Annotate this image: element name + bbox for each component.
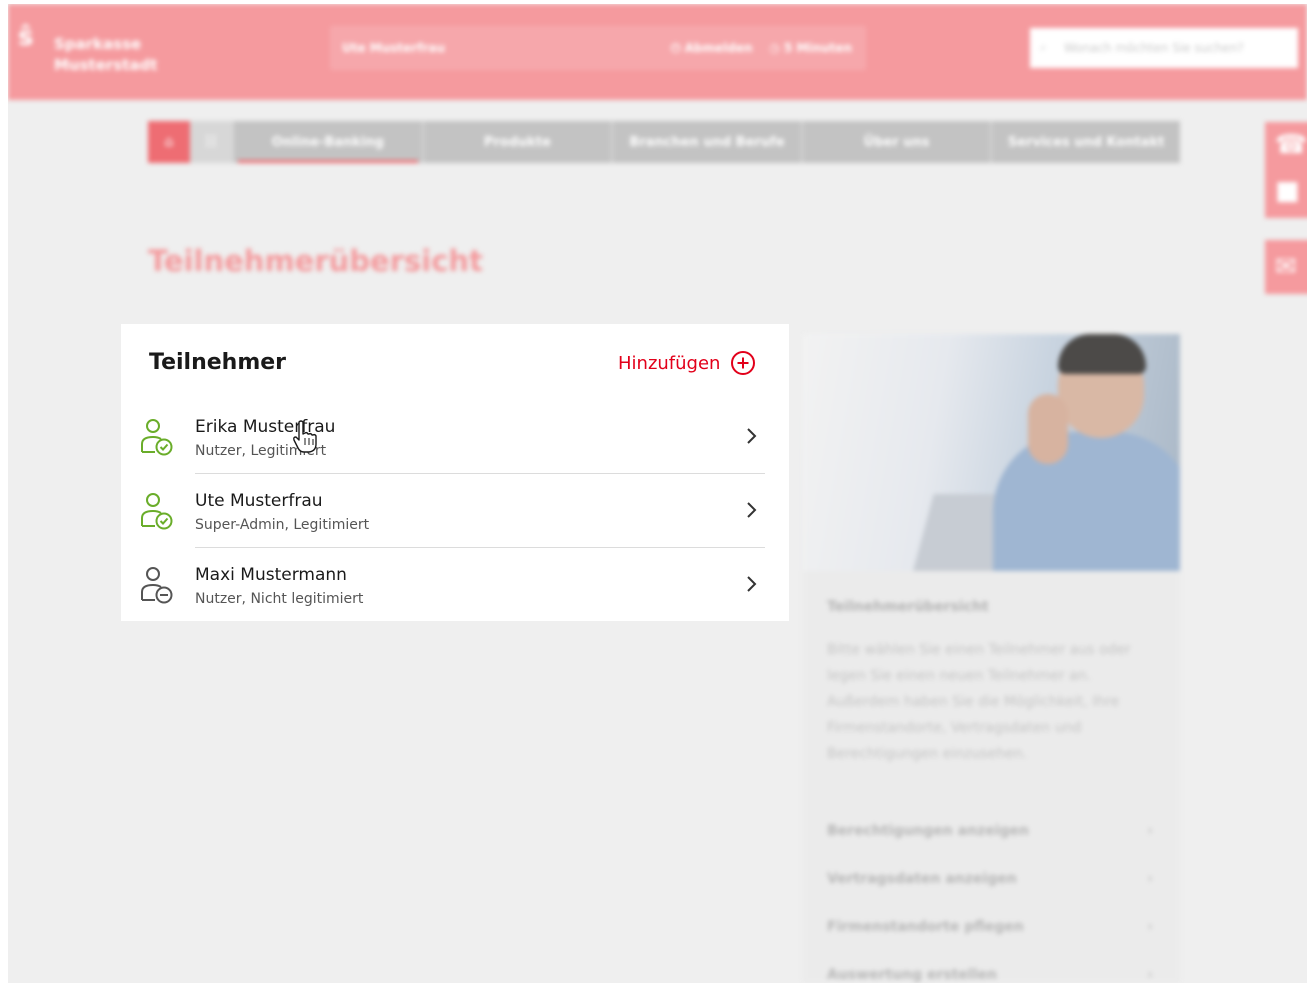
- sparkasse-logo-icon[interactable]: ŝ: [18, 22, 46, 52]
- chevron-right-icon: [747, 428, 757, 444]
- participant-row-ute[interactable]: Ute Musterfrau Super-Admin, Legitimiert: [137, 474, 765, 548]
- link-auswertung[interactable]: Auswertung erstellen ›: [827, 967, 1157, 983]
- phone-icon: ☎: [1275, 130, 1307, 160]
- tab-produkte[interactable]: Produkte: [421, 121, 612, 163]
- mail-button[interactable]: ✉: [1265, 240, 1307, 294]
- contact-button[interactable]: ☎ ■: [1265, 122, 1307, 218]
- hero-photo: [803, 334, 1180, 571]
- chat-icon: ■: [1275, 176, 1300, 206]
- tab-branchen-und-berufe[interactable]: Branchen und Berufe: [611, 121, 801, 163]
- search-icon: ⌕: [1040, 40, 1047, 54]
- mail-icon: ✉: [1275, 252, 1297, 282]
- session-actions: ⏻ Abmelden ◷ 5 Minuten: [671, 41, 852, 56]
- info-text: Bitte wählen Sie einen Teilnehmer aus od…: [827, 642, 1131, 762]
- top-bar: ŝ Sparkasse Musterstadt Ute Musterfrau ⏻…: [8, 4, 1307, 100]
- chevron-right-icon: ›: [1147, 967, 1153, 983]
- plus-circle-icon: [731, 351, 756, 375]
- search-input[interactable]: ⌕ Wonach möchten Sie suchen?: [1030, 28, 1298, 68]
- logged-in-user-name: Ute Musterfrau: [342, 41, 445, 55]
- tab-online-banking[interactable]: Online-Banking: [232, 121, 422, 163]
- hand-pointer-cursor-icon: [293, 420, 317, 453]
- participants-panel: Teilnehmer Hinzufügen Erika Musterfrau N…: [121, 324, 789, 621]
- participant-name: Ute Musterfrau: [195, 491, 323, 511]
- link-firmenstandorte[interactable]: Firmenstandorte pflegen ›: [827, 919, 1157, 935]
- tab-services-und-kontakt[interactable]: Services und Kontakt: [990, 121, 1180, 163]
- participants-heading: Teilnehmer: [149, 350, 287, 375]
- chevron-right-icon: [747, 502, 757, 518]
- chevron-right-icon: ›: [1147, 871, 1153, 887]
- page-title: Teilnehmerübersicht: [148, 244, 483, 278]
- info-card: Teilnehmerübersicht Bitte wählen Sie ein…: [803, 571, 1180, 983]
- user-unverified-icon: [141, 567, 173, 604]
- tab-ueber-uns[interactable]: Über uns: [800, 121, 991, 163]
- participant-row-maxi[interactable]: Maxi Mustermann Nutzer, Nicht legitimier…: [137, 548, 765, 622]
- user-bar: Ute Musterfrau ⏻ Abmelden ◷ 5 Minuten: [330, 26, 866, 70]
- chevron-right-icon: [747, 576, 757, 592]
- session-timer: ◷ 5 Minuten: [769, 41, 852, 55]
- bank-name-line2: Musterstadt: [54, 56, 158, 74]
- chevron-right-icon: ›: [1147, 823, 1153, 839]
- logout-link[interactable]: ⏻ Abmelden: [671, 41, 753, 55]
- main-navigation: ⌂ ☷ Online-Banking Produkte Branchen und…: [148, 121, 1180, 163]
- participant-row-erika[interactable]: Erika Musterfrau Nutzer, Legitimiert: [137, 400, 765, 474]
- user-verified-icon: [141, 419, 173, 456]
- participant-name: Maxi Mustermann: [195, 565, 347, 585]
- participant-role: Nutzer, Nicht legitimiert: [195, 591, 364, 607]
- add-participant-label: Hinzufügen: [618, 352, 721, 374]
- user-verified-icon: [141, 493, 173, 530]
- info-title: Teilnehmerübersicht: [827, 599, 989, 615]
- menu-grid-icon[interactable]: ☷: [190, 121, 232, 163]
- bank-name-line1: Sparkasse: [54, 35, 142, 53]
- search-placeholder: Wonach möchten Sie suchen?: [1064, 41, 1244, 55]
- bank-name: Sparkasse Musterstadt: [54, 34, 157, 76]
- chevron-right-icon: ›: [1147, 919, 1153, 935]
- participant-role: Super-Admin, Legitimiert: [195, 517, 370, 533]
- home-icon[interactable]: ⌂: [148, 121, 190, 163]
- link-berechtigungen[interactable]: Berechtigungen anzeigen ›: [827, 823, 1157, 839]
- link-vertragsdaten[interactable]: Vertragsdaten anzeigen ›: [827, 871, 1157, 887]
- add-participant-button[interactable]: Hinzufügen: [618, 350, 756, 376]
